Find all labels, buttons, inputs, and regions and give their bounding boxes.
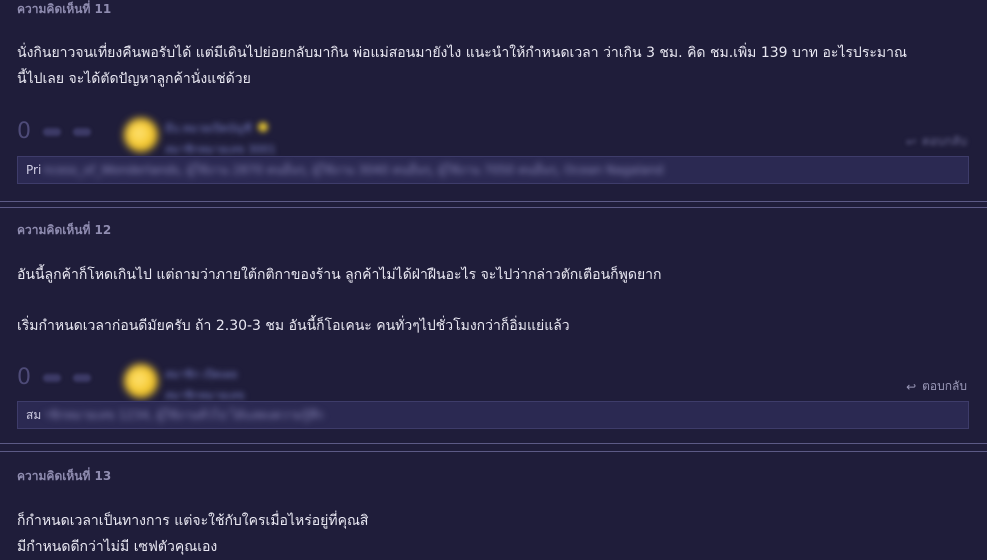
reaction-users: าชิกหมายเลข 1234, ผู้ใช้งานทั่วไป ได้แสด… — [43, 407, 324, 422]
comment-body: เริ่มกำหนดเวลาก่อนดีมัยครับ ถ้า 2.30-3 ช… — [17, 313, 570, 339]
comment-text-line: อันนี้ลูกค้าก็โหดเกินไป แต่ถามว่าภายใต้ก… — [17, 267, 662, 283]
reaction-bar[interactable]: สม าชิกหมายเลข 1234, ผู้ใช้งานทั่วไป ได้… — [17, 401, 969, 429]
comment-divider — [0, 207, 987, 208]
reply-icon: ↩ — [906, 379, 917, 394]
vote-widget[interactable]: 0 — [17, 119, 91, 144]
comment-divider — [0, 201, 987, 202]
emotion-icon[interactable] — [73, 127, 91, 136]
comment-divider — [0, 443, 987, 444]
comment-text-line: นี้ไปเลย จะได้ตัดปัญหาลูกค้านั่งแช่ด้วย — [17, 71, 251, 87]
reply-button[interactable]: ↩ ตอบกลับ — [906, 377, 967, 396]
comment-text-line: ก็กำหนดเวลาเป็นทางการ แต่จะใช้กับใครเมื่… — [17, 513, 369, 529]
comment-body: ก็กำหนดเวลาเป็นทางการ แต่จะใช้กับใครเมื่… — [17, 508, 368, 560]
reaction-prefix: Pri — [26, 163, 42, 177]
reply-icon: ↩ — [906, 134, 917, 149]
badge-icon — [257, 122, 268, 132]
reaction-bar[interactable]: Pri ncess_of_Wonderlands, ผู้ใช้งาน 2870… — [17, 156, 969, 184]
comment-divider — [0, 451, 987, 452]
author-name[interactable]: มีบ.หมวยเปิดบัญชี — [165, 122, 252, 135]
reply-label: ตอบกลับ — [922, 134, 967, 148]
avatar[interactable] — [124, 118, 158, 152]
comment-body: อันนี้ลูกค้าก็โหดเกินไป แต่ถามว่าภายใต้ก… — [17, 262, 661, 288]
vote-count: 0 — [17, 365, 31, 390]
vote-widget[interactable]: 0 — [17, 365, 91, 390]
comment-text-line: มีกำหนดดีกว่าไม่มี เซฟตัวคุณเอง — [17, 539, 218, 555]
comment-text-line: นั่งกินยาวจนเที่ยงคืนพอรับได้ แต่มีเดินไ… — [17, 45, 907, 61]
author-info[interactable]: มีบ.หมวยเปิดบัญชี สมาชิกหมายเลข 3001 — [165, 119, 276, 158]
comment-header: ความคิดเห็นที่ 11 — [17, 2, 112, 16]
vote-count: 0 — [17, 119, 31, 144]
avatar[interactable] — [124, 364, 158, 398]
emotion-icon[interactable] — [73, 373, 91, 382]
reaction-prefix: สม — [26, 407, 42, 422]
reply-label: ตอบกลับ — [922, 379, 967, 393]
reaction-users: ncess_of_Wonderlands, ผู้ใช้งาน 2870 คนอ… — [43, 162, 664, 177]
comment-body: นั่งกินยาวจนเที่ยงคืนพอรับได้ แต่มีเดินไ… — [17, 40, 907, 92]
comment-header: ความคิดเห็นที่ 13 — [17, 469, 112, 483]
plus-icon[interactable] — [43, 127, 61, 136]
author-info[interactable]: สมาชิก เปิดเผย สมาชิกหมายเลข — [165, 365, 244, 404]
plus-icon[interactable] — [43, 373, 61, 382]
author-name[interactable]: สมาชิก เปิดเผย — [165, 365, 244, 383]
reply-button[interactable]: ↩ ตอบกลับ — [906, 132, 967, 151]
comment-text-line: เริ่มกำหนดเวลาก่อนดีมัยครับ ถ้า 2.30-3 ช… — [17, 318, 570, 334]
comment-header: ความคิดเห็นที่ 12 — [17, 223, 112, 237]
